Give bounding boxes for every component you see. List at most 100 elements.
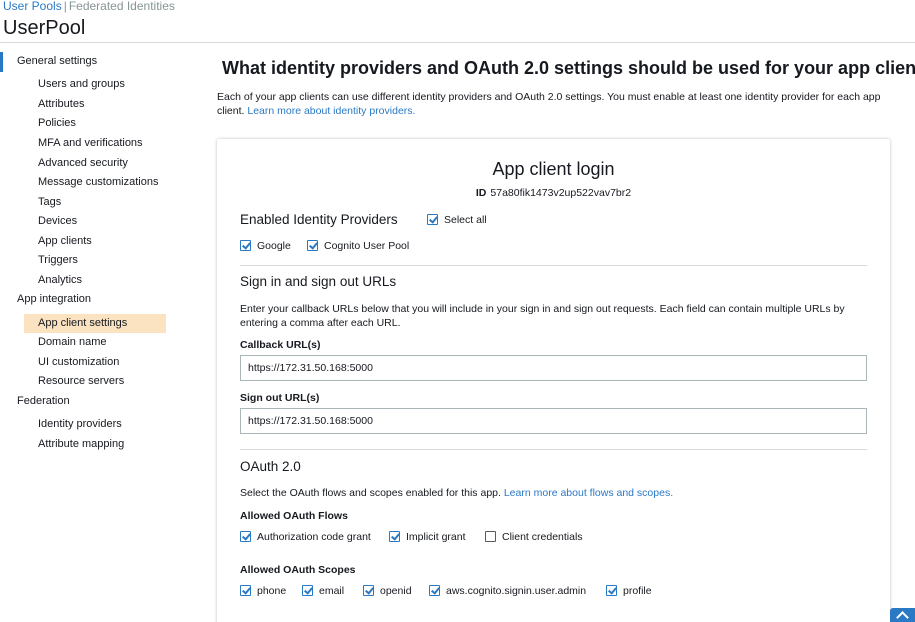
signout-url-label: Sign out URL(s) <box>240 392 320 404</box>
checkbox-label: phone <box>257 585 287 597</box>
sidebar-item-triggers[interactable]: Triggers <box>24 251 166 270</box>
sidebar: General settings Users and groups Attrib… <box>0 52 190 622</box>
checkbox-empty <box>485 531 496 542</box>
enabled-providers-heading: Enabled Identity Providers <box>240 212 398 227</box>
chevron-up-icon[interactable] <box>890 608 915 622</box>
sidebar-item-label: Resource servers <box>38 375 125 387</box>
divider <box>240 265 867 266</box>
sidebar-item-attributes[interactable]: Attributes <box>24 95 166 114</box>
sidebar-section-federation[interactable]: Federation <box>0 392 190 412</box>
sidebar-item-mfa[interactable]: MFA and verifications <box>24 134 166 153</box>
sidebar-item-label: Users and groups <box>38 78 125 90</box>
callback-url-input[interactable] <box>240 355 867 381</box>
cognito-user-pool-checkbox[interactable]: Cognito User Pool <box>307 239 417 253</box>
signout-url-input[interactable] <box>240 408 867 434</box>
check-icon <box>429 585 440 596</box>
sidebar-item-tags[interactable]: Tags <box>24 193 166 212</box>
breadcrumb-separator: | <box>63 0 67 13</box>
check-icon <box>302 585 313 596</box>
scope-email-checkbox[interactable]: email <box>302 584 357 598</box>
sidebar-item-label: Policies <box>38 117 76 129</box>
sidebar-item-users-and-groups[interactable]: Users and groups <box>24 75 166 94</box>
sidebar-item-label: Tags <box>38 196 62 208</box>
sidebar-item-label: Message customizations <box>38 176 159 188</box>
sidebar-item-label: Domain name <box>38 336 107 348</box>
check-icon <box>427 214 438 225</box>
sidebar-item-label: Analytics <box>38 274 83 286</box>
checkbox-label: Google <box>257 240 291 252</box>
sidebar-item-label: App clients <box>38 235 92 247</box>
main-title: What identity providers and OAuth 2.0 se… <box>222 58 915 78</box>
oauth-description: Select the OAuth flows and scopes enable… <box>240 486 870 500</box>
breadcrumb: User Pools | Federated Identities <box>3 0 175 12</box>
authorization-code-grant-checkbox[interactable]: Authorization code grant <box>240 530 380 544</box>
sidebar-item-label: Attributes <box>38 98 85 110</box>
implicit-grant-checkbox[interactable]: Implicit grant <box>389 530 474 544</box>
checkbox-label: Authorization code grant <box>257 531 371 543</box>
checkbox-label: Select all <box>444 214 487 226</box>
check-icon <box>240 531 251 542</box>
sidebar-section-app-integration[interactable]: App integration <box>0 290 190 310</box>
identity-providers-learn-more-link[interactable]: Learn more about identity providers. <box>247 105 415 117</box>
breadcrumb-federated-identities[interactable]: Federated Identities <box>69 0 175 13</box>
check-icon <box>307 240 318 251</box>
intro-text: Each of your app clients can use differe… <box>217 91 897 118</box>
check-icon <box>606 585 617 596</box>
urls-description: Enter your callback URLs below that you … <box>240 303 845 329</box>
sidebar-item-analytics[interactable]: Analytics <box>24 271 166 290</box>
sidebar-item-identity-providers[interactable]: Identity providers <box>24 415 166 434</box>
select-all-checkbox[interactable]: Select all <box>427 213 507 227</box>
sidebar-item-label: Identity providers <box>38 418 122 430</box>
sidebar-item-app-client-settings[interactable]: App client settings <box>24 314 166 333</box>
card-title: App client login <box>492 159 615 179</box>
sidebar-section-general[interactable]: General settings <box>0 52 190 72</box>
section-indicator <box>0 52 3 72</box>
sidebar-item-label: Devices <box>38 215 78 227</box>
page-title: UserPool <box>3 17 86 39</box>
scope-phone-checkbox[interactable]: phone <box>240 584 295 598</box>
sidebar-item-resource-servers[interactable]: Resource servers <box>24 372 166 391</box>
flows-learn-more-link[interactable]: Learn more about flows and scopes. <box>504 487 673 499</box>
id-label: ID <box>475 187 487 199</box>
sidebar-section-label: App integration <box>17 293 91 305</box>
checkbox-label: profile <box>623 585 652 597</box>
sidebar-item-domain-name[interactable]: Domain name <box>24 333 166 352</box>
sidebar-item-label: App client settings <box>38 317 128 329</box>
sidebar-item-attribute-mapping[interactable]: Attribute mapping <box>24 435 166 454</box>
sidebar-item-label: Advanced security <box>38 157 128 169</box>
app-client-id: ID 57a80fik1473v2up522vav7br2 <box>217 187 890 199</box>
divider <box>240 449 867 450</box>
oauth-heading: OAuth 2.0 <box>240 459 301 474</box>
check-icon <box>389 531 400 542</box>
header: User Pools | Federated Identities UserPool <box>0 0 915 43</box>
checkbox-label: Implicit grant <box>406 531 466 543</box>
id-value: 57a80fik1473v2up522vav7br2 <box>490 187 632 199</box>
sidebar-item-message-customizations[interactable]: Message customizations <box>24 173 166 192</box>
scope-openid-checkbox[interactable]: openid <box>363 584 418 598</box>
checkbox-label: email <box>319 585 345 597</box>
sidebar-item-label: Attribute mapping <box>38 438 125 450</box>
sidebar-item-advanced-security[interactable]: Advanced security <box>24 154 166 173</box>
callback-url-label: Callback URL(s) <box>240 339 321 351</box>
allowed-flows-label: Allowed OAuth Flows <box>240 510 348 522</box>
sidebar-item-ui-customization[interactable]: UI customization <box>24 353 166 372</box>
sidebar-item-policies[interactable]: Policies <box>24 114 166 133</box>
check-icon <box>240 585 251 596</box>
scope-cognito-admin-checkbox[interactable]: aws.cognito.signin.user.admin <box>429 584 594 598</box>
sidebar-section-label: Federation <box>17 395 70 407</box>
sidebar-item-devices[interactable]: Devices <box>24 212 166 231</box>
allowed-scopes-label: Allowed OAuth Scopes <box>240 564 356 576</box>
sidebar-item-app-clients[interactable]: App clients <box>24 232 166 251</box>
checkbox-label: Cognito User Pool <box>324 240 410 252</box>
breadcrumb-user-pools[interactable]: User Pools <box>3 0 62 13</box>
sidebar-item-label: UI customization <box>38 356 120 368</box>
client-credentials-checkbox[interactable]: Client credentials <box>485 530 595 544</box>
checkbox-label: openid <box>380 585 412 597</box>
app-client-card: App client login ID 57a80fik1473v2up522va… <box>217 139 890 622</box>
sidebar-item-label: MFA and verifications <box>38 137 143 149</box>
checkbox-label: Client credentials <box>502 531 583 543</box>
sidebar-section-label: General settings <box>17 55 98 67</box>
google-checkbox[interactable]: Google <box>240 239 300 253</box>
oauth-description-text: Select the OAuth flows and scopes enable… <box>240 487 501 499</box>
scope-profile-checkbox[interactable]: profile <box>606 584 666 598</box>
